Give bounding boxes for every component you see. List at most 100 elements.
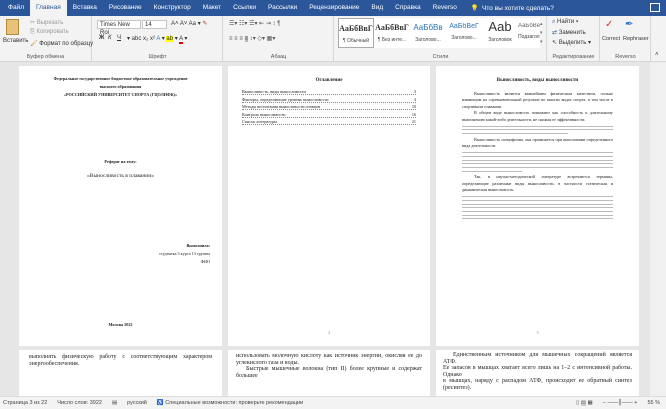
tab-file[interactable]: Файл (2, 0, 30, 16)
tab-insert[interactable]: Вставка (67, 0, 103, 16)
org-line: высшего образования (99, 84, 142, 89)
paragraph: выполнять физическую работу с соответств… (29, 354, 212, 367)
select-label: Выделить (558, 40, 587, 46)
replace-button[interactable]: ⇄ Заменить (552, 29, 586, 36)
group-label: Шрифт (148, 54, 167, 60)
page-3: Выносливость, виды выносливости Вынослив… (436, 66, 639, 346)
tab-help[interactable]: Справка (389, 0, 427, 16)
page-2: Оглавление Выносливость, виды выносливос… (228, 66, 430, 346)
style-name: Заголовок (488, 37, 512, 43)
style-name: Заголово... (451, 35, 477, 41)
collapse-ribbon-icon[interactable]: ˄ (655, 52, 659, 58)
toc-text: Контроль выносливости (242, 111, 286, 117)
accessibility-status[interactable]: ♿ Специальные возможности: проверьте рек… (157, 400, 303, 406)
tab-mailings[interactable]: Рассылки (262, 0, 303, 16)
comments-icon[interactable] (650, 3, 660, 12)
zoom-level[interactable]: 55 % (647, 400, 660, 406)
cut-button[interactable]: ✂ Вырезать (30, 19, 63, 26)
group-label: Буфер обмена (26, 54, 65, 60)
toc-entry[interactable]: Список литературы 21 (242, 119, 416, 125)
word-count[interactable]: Число слов: 3922 (57, 400, 102, 406)
paste-icon (6, 19, 19, 35)
proofing-icon[interactable]: ▤ (112, 400, 117, 406)
rephraser-button[interactable]: Rephraser (623, 36, 649, 42)
tab-references[interactable]: Ссылки (227, 0, 262, 16)
style-name: Подзагол... (518, 34, 540, 40)
cut-label: Вырезать (36, 20, 64, 26)
toc-entry[interactable]: Выносливость, виды выносливости 3 (242, 89, 416, 95)
tab-home[interactable]: Главная (29, 0, 67, 16)
paragraph-group: ☰▾ ☷▾ ☰▾ ⇤ ⇥ ↕ ¶ ≡ ≡ ≡ ≡ ↕▾ ◇▾ ▦▾ Абзац (224, 16, 334, 62)
paragraph: Ее запасов в мышцах хватает всего лишь н… (443, 365, 632, 378)
style-name: Заголово... (415, 37, 441, 43)
font-name-select[interactable]: Times New Roi (97, 20, 141, 36)
clear-format-icon[interactable]: ✎ (202, 21, 207, 27)
page-4: выполнять физическую работу с соответств… (19, 350, 222, 396)
paragraph: Быстрые мышечные волокна (тип II) более … (236, 366, 422, 379)
copy-label: Копировать (36, 29, 69, 35)
font-size-select[interactable]: 14 (142, 20, 167, 29)
bold-button[interactable]: Ж (99, 35, 104, 41)
paragraph: Выносливость является важнейшим физическ… (462, 91, 613, 109)
toc-entry[interactable]: Факторы, определяющие уровень выносливос… (242, 97, 416, 103)
styles-scroll[interactable]: ▴ ▾ ▾ (540, 20, 543, 47)
tab-layout[interactable]: Макет (197, 0, 227, 16)
toc-text: Выносливость, виды выносливости (242, 89, 306, 94)
feather-icon[interactable]: ✒ (625, 19, 633, 30)
zoom-slider[interactable]: − ——┃—— + (603, 400, 638, 406)
toc-text: Список литературы (242, 119, 277, 124)
tab-review[interactable]: Рецензирование (303, 0, 365, 16)
tab-design[interactable]: Конструктор (148, 0, 197, 16)
essay-topic: «Выносливость в плавании» (87, 173, 154, 179)
page-5: использовать молочную кислоту как источн… (228, 350, 430, 396)
lightbulb-icon: 💡 (470, 5, 479, 12)
tab-view[interactable]: Вид (365, 0, 389, 16)
group-label: Редактирование (552, 54, 595, 60)
page-count[interactable]: Страница 3 из 22 (3, 400, 47, 406)
language[interactable]: русский (127, 400, 147, 406)
style-normal[interactable]: АаБбВвГ ¶ Обычный (338, 18, 374, 48)
copy-button[interactable]: ⎘ Копировать (30, 29, 69, 36)
format-painter-button[interactable]: 🖌 Формат по образцу (30, 40, 93, 47)
page-number: 3 (536, 330, 539, 335)
underline-button[interactable]: Ч (117, 35, 121, 41)
toc-title: Оглавление (315, 78, 343, 83)
toc-page: 21 (411, 119, 416, 124)
find-button[interactable]: ⌕ Найти ▾ (552, 19, 578, 26)
toc-entry[interactable]: Методы воспитания выносливости пловцов 10 (242, 104, 416, 110)
style-sample: АаБбВвГ (375, 23, 409, 32)
check-icon[interactable]: ✓ (605, 19, 613, 30)
style-heading1[interactable]: АаБбВв Заголово... (410, 18, 446, 48)
italic-button[interactable]: К (108, 35, 112, 41)
tell-me-input[interactable]: Что вы хотите сделать? (482, 5, 554, 12)
select-button[interactable]: ↖ Выделить ▾ (552, 39, 591, 46)
style-sample: АаБбВеГ (518, 23, 540, 29)
style-sample: АаБбВв (413, 23, 443, 32)
editing-group: ⌕ Найти ▾ ⇄ Заменить ↖ Выделить ▾ Редакт… (548, 16, 600, 62)
font-size-buttons[interactable]: A˄ A˅ Aa ▾ ✎ (171, 20, 207, 27)
view-mode-buttons[interactable]: ▯ ▭ ▦ (576, 400, 593, 406)
paragraph: в мышцах, наряду с распадом АТФ, происхо… (443, 378, 632, 391)
toc-entry[interactable]: Контроль выносливости 16 (242, 112, 416, 118)
page-6: Единственным источником для мышечных сок… (436, 350, 639, 396)
font-effects-buttons[interactable]: ▾ abc x₂ x² A ▾ ab ▾ A ▾ (127, 35, 187, 44)
brush-icon: 🖌 (30, 41, 38, 47)
style-title[interactable]: Aab Заголовок (482, 18, 518, 48)
style-no-spacing[interactable]: АаБбВвГ ¶ Без инте... (374, 18, 410, 48)
group-label: Стили (432, 54, 449, 60)
accessibility-icon: ♿ (156, 400, 164, 406)
list-buttons[interactable]: ☰▾ ☷▾ ☰▾ ⇤ ⇥ ↕ ¶ (229, 20, 280, 27)
tab-draw[interactable]: Рисование (103, 0, 148, 16)
search-icon: ⌕ (552, 19, 556, 25)
status-bar: Страница 3 из 22 Число слов: 3922 ▤ русс… (0, 396, 666, 409)
vertical-scrollbar[interactable] (650, 62, 666, 396)
correct-button[interactable]: Correct (602, 36, 620, 42)
page-number: 2 (327, 330, 331, 335)
style-subtitle[interactable]: АаБбВеГ Подзагол... (518, 18, 540, 48)
city-year: Москва 2022 (108, 322, 133, 327)
align-buttons[interactable]: ≡ ≡ ≡ ≡ ↕▾ ◇▾ ▦▾ (229, 35, 275, 42)
paste-button[interactable]: Вставить (3, 38, 28, 44)
toc-page: 10 (411, 104, 416, 109)
tab-reverso[interactable]: Reverso (427, 0, 463, 16)
style-heading2[interactable]: АаБбВеГ Заголово... (446, 18, 482, 48)
